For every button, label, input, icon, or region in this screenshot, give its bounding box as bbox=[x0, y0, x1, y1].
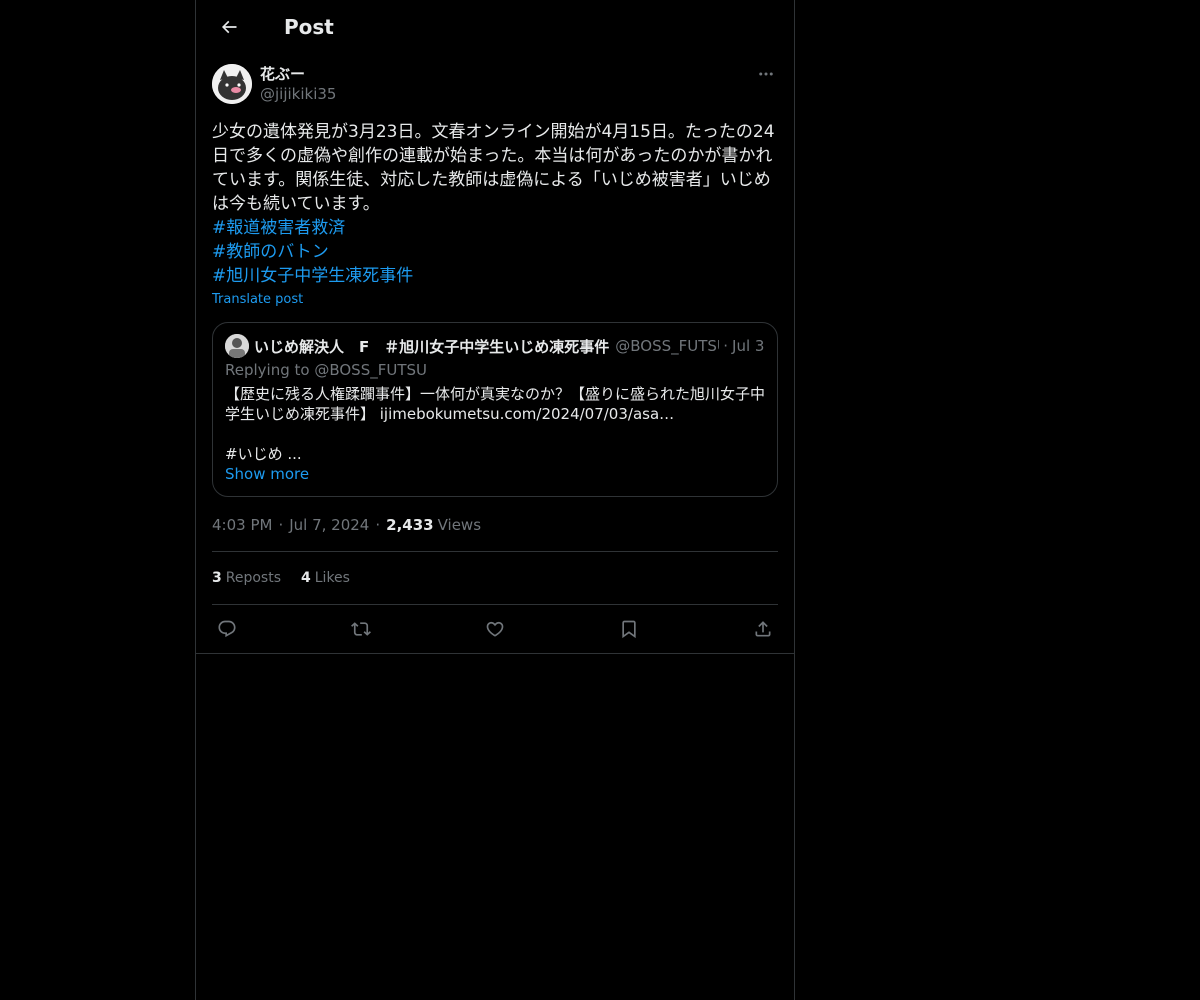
author-meta: 花ぶー @jijikiki35 bbox=[260, 64, 336, 104]
author-row: 花ぶー @jijikiki35 bbox=[212, 64, 778, 108]
views-label: Views bbox=[437, 516, 482, 534]
likes-count: 4 bbox=[301, 570, 311, 586]
repost-icon bbox=[351, 622, 371, 636]
show-more-link[interactable]: Show more bbox=[225, 464, 765, 484]
post-meta: 4:03 PM · Jul 7, 2024 · 2,433 Views bbox=[212, 515, 778, 535]
quote-hashtag-line: #いじめ ... bbox=[225, 445, 302, 463]
meta-separator: · bbox=[375, 516, 381, 534]
person-avatar-icon bbox=[225, 334, 249, 358]
post-text: 少女の遺体発見が3月23日。文春オンライン開始が4月15日。たったの24日で多く… bbox=[212, 122, 775, 214]
views-count: 2,433 bbox=[386, 516, 434, 534]
post: 花ぶー @jijikiki35 少女の遺体発見が3月23日。文春オンライン開始が… bbox=[196, 64, 794, 654]
hashtag-link[interactable]: #報道被害者救済 bbox=[212, 216, 778, 240]
engagement-stats: 3 Reposts 4 Likes bbox=[212, 552, 778, 604]
quote-display-name: いじめ解決人 F ＃旭川女子中学生いじめ凍死事件 bbox=[254, 337, 610, 356]
hashtag-link[interactable]: #教師のバトン bbox=[212, 240, 778, 264]
quote-handle: @BOSS_FUTSU bbox=[615, 337, 720, 355]
bookmark-icon bbox=[622, 620, 636, 639]
main-column: Post 花ぶー @jijikiki35 少女の遺体発見が3月23日。文春オンラ… bbox=[195, 0, 795, 1000]
back-button[interactable] bbox=[212, 10, 246, 44]
share-button[interactable] bbox=[752, 618, 774, 640]
reposts-count: 3 bbox=[212, 570, 222, 586]
share-icon bbox=[755, 621, 771, 637]
author-avatar[interactable] bbox=[212, 64, 252, 104]
likes-stat[interactable]: 4 Likes bbox=[301, 570, 350, 586]
reposts-stat[interactable]: 3 Reposts bbox=[212, 570, 281, 586]
quote-date: Jul 3 bbox=[732, 337, 765, 355]
meta-separator: · bbox=[278, 516, 284, 534]
arrow-left-icon bbox=[221, 20, 237, 34]
quote-avatar bbox=[225, 334, 249, 358]
page-title: Post bbox=[284, 15, 334, 39]
reposts-label: Reposts bbox=[225, 570, 281, 586]
action-bar bbox=[212, 605, 778, 653]
replying-to: Replying to @BOSS_FUTSU bbox=[225, 361, 427, 379]
post-time[interactable]: 4:03 PM bbox=[212, 516, 272, 534]
divider bbox=[196, 653, 794, 654]
translate-post-link[interactable]: Translate post bbox=[212, 290, 778, 310]
repost-button[interactable] bbox=[350, 618, 372, 640]
bookmark-button[interactable] bbox=[618, 618, 640, 640]
post-date[interactable]: Jul 7, 2024 bbox=[289, 516, 369, 534]
heart-icon bbox=[486, 621, 504, 637]
quoted-post[interactable]: いじめ解決人 F ＃旭川女子中学生いじめ凍死事件 @BOSS_FUTSU · J… bbox=[212, 322, 778, 497]
author-handle[interactable]: @jijikiki35 bbox=[260, 84, 336, 104]
quote-separator: · bbox=[723, 337, 729, 355]
likes-label: Likes bbox=[314, 570, 350, 586]
header: Post bbox=[196, 0, 794, 54]
reply-button[interactable] bbox=[216, 618, 238, 640]
quote-header: いじめ解決人 F ＃旭川女子中学生いじめ凍死事件 @BOSS_FUTSU · J… bbox=[225, 334, 765, 358]
like-button[interactable] bbox=[484, 618, 506, 640]
more-options-button[interactable] bbox=[754, 64, 778, 84]
author-display-name[interactable]: 花ぶー bbox=[260, 64, 336, 84]
cat-avatar-icon bbox=[212, 64, 252, 104]
hashtag-link[interactable]: #旭川女子中学生凍死事件 bbox=[212, 264, 778, 288]
quote-text: 【歴史に残る人権蹂躙事件】一体何が真実なのか？【盛りに盛られた旭川女子中学生いじ… bbox=[225, 385, 766, 423]
reply-icon bbox=[218, 620, 236, 638]
more-dots-icon bbox=[759, 72, 773, 76]
